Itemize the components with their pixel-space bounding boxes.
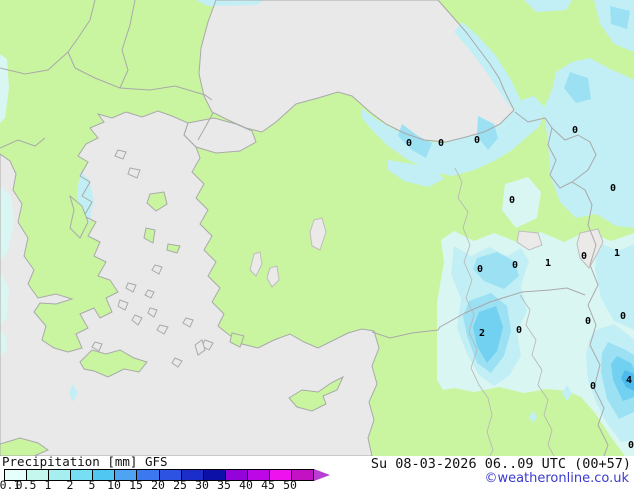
legend-tick-label: 30 [195, 478, 209, 490]
weather-map-page: 000000001012000040 Precipitation [mm] GF… [0, 0, 634, 490]
precip-value-label: 0 [438, 138, 444, 149]
forecast-datetime: Su 08-03-2026 06..09 UTC (00+57) [370, 456, 631, 472]
legend-tick-label: 0.5 [15, 478, 37, 490]
legend-tick-label: 2 [66, 478, 74, 490]
precip-value-label: 0 [585, 316, 591, 327]
legend-tick-label: 1 [44, 478, 52, 490]
legend-tick-label: 15 [129, 478, 143, 490]
legend-tick-label: 10 [107, 478, 121, 490]
legend-tick-label: 20 [151, 478, 165, 490]
precip-value-label: 1 [614, 248, 620, 259]
precip-value-label: 0 [406, 138, 412, 149]
precip-value-label: 0 [628, 440, 634, 451]
legend-tick-label: 45 [261, 478, 275, 490]
precip-value-label: 0 [572, 125, 578, 136]
precip-value-label: 0 [620, 311, 626, 322]
precipitation-map: 0 0 0 0 0 0 0 0 1 0 1 2 0 0 0 0 4 0 [0, 0, 634, 457]
precip-value-label: 0 [474, 135, 480, 146]
copyright-link[interactable]: ©weatheronline.co.uk [484, 471, 629, 486]
precip-value-label: 0 [590, 381, 596, 392]
precip-value-label: 0 [610, 183, 616, 194]
map-canvas: 0 0 0 0 0 0 0 0 1 0 1 2 0 0 0 0 4 0 [0, 0, 634, 457]
legend-tick-label: 25 [173, 478, 187, 490]
legend-tick-label: 50 [283, 478, 297, 490]
legend-tick-labels: 0.1 0.5 1 2 5 10 15 20 25 30 35 40 45 50 [0, 478, 340, 490]
precip-value-label: 0 [512, 260, 518, 271]
precip-value-label: 0 [581, 251, 587, 262]
precip-value-label: 0 [477, 264, 483, 275]
precip-value-label: 0 [509, 195, 515, 206]
legend-title: Precipitation [mm] GFS [2, 454, 168, 469]
precip-value-label: 1 [545, 258, 551, 269]
precip-value-label: 0 [516, 325, 522, 336]
legend-tick-label: 35 [217, 478, 231, 490]
legend-tick-label: 40 [239, 478, 253, 490]
precip-value-label: 2 [479, 328, 485, 339]
precip-value-label: 4 [626, 375, 632, 386]
legend-tick-label: 5 [88, 478, 96, 490]
